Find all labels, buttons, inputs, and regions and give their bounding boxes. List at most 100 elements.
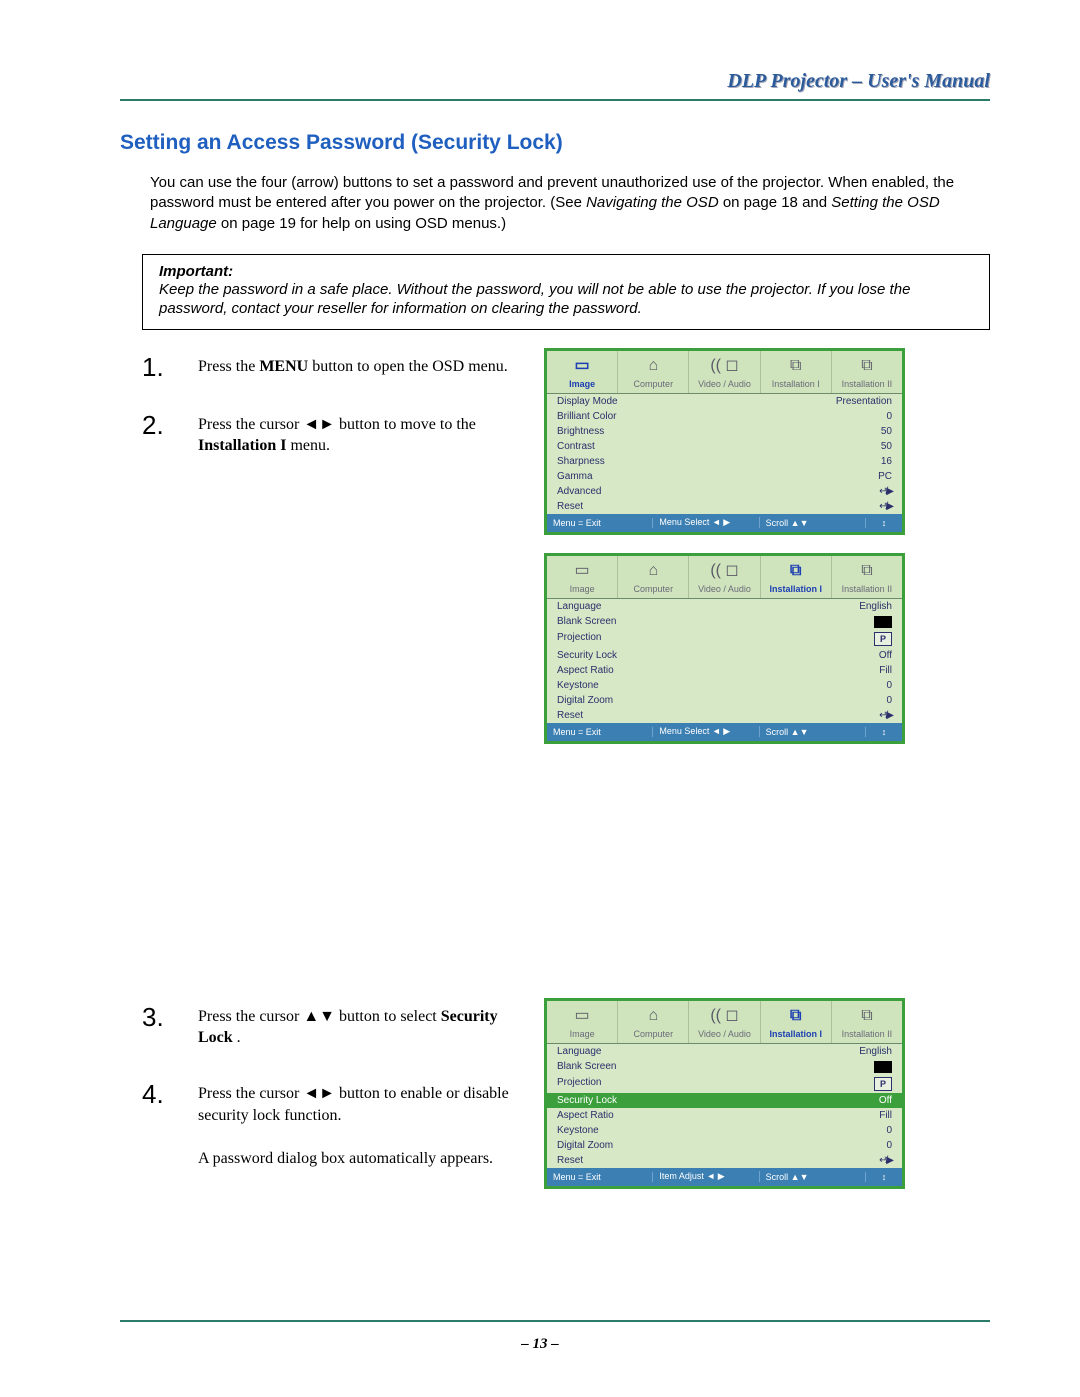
osd-label: Projection [557, 1077, 601, 1091]
tab-icon: (( ◻ [689, 1005, 759, 1027]
step-3-c: . [237, 1029, 241, 1046]
intro-text-2: on page 18 and [723, 194, 831, 211]
enter-icon: ↵/▶ [879, 710, 892, 721]
step-4-text: Press the cursor ◄► button to enable or … [198, 1079, 528, 1169]
intro-paragraph: You can use the four (arrow) buttons to … [150, 173, 990, 234]
osd-tab-image: ▭Image [547, 556, 618, 598]
step-2-text: Press the cursor ◄► button to move to th… [198, 410, 528, 457]
tab-icon: (( ◻ [689, 355, 759, 377]
osd-value: Off [879, 650, 892, 661]
osd-row-reset: Reset↵/▶ [547, 708, 902, 723]
osd-row-digital-zoom: Digital Zoom 0 [547, 693, 902, 708]
osd-label: Language [557, 601, 602, 612]
osd-row-security-lock: Security Lock Off [547, 1093, 902, 1108]
step-4-extra: A password dialog box automatically appe… [198, 1150, 493, 1167]
tab-icon: ⌂ [618, 355, 688, 377]
osd-row-reset: Reset ↵/▶ [547, 499, 902, 514]
tab-icon: ⧉ [761, 560, 831, 582]
step-2-num: 2. [142, 410, 182, 457]
osd-value: 0 [886, 695, 892, 706]
osd-row-keystone: Keystone0 [547, 1123, 902, 1138]
osd-row-keystone: Keystone0 [547, 678, 902, 693]
osd-row-blank-screen: Blank Screen [547, 1059, 902, 1075]
osd-footer-cell: ↕ [866, 1172, 902, 1182]
osd-label: Contrast [557, 441, 595, 452]
osd-row-gamma: Gamma PC [547, 469, 902, 484]
osd-footer-cell: Menu = Exit [547, 727, 653, 737]
osd-footer-cell: Menu Select ◄ ▶ [653, 517, 759, 528]
osd-value: Off [879, 1095, 892, 1106]
osd-tab-image: ▭Image [547, 1001, 618, 1043]
important-box: Important: Keep the password in a safe p… [142, 254, 990, 330]
osd-footer: Menu = ExitItem Adjust ◄ ▶Scroll ▲▼↕ [547, 1168, 902, 1186]
tab-icon: ▭ [547, 560, 617, 582]
osd-label: Advanced [557, 486, 601, 497]
osd-footer-cell: ↕ [866, 518, 902, 528]
osd-tab-computer: ⌂Computer [618, 556, 689, 598]
tab-icon: ⧉ [832, 355, 902, 377]
osd-row-sharpness: Sharpness16 [547, 454, 902, 469]
osd-label: Sharpness [557, 456, 605, 467]
osd-security-lock-menu: ▭Image⌂Computer(( ◻Video / Audio⧉Install… [544, 998, 905, 1189]
step-3-b: button to select [339, 1008, 441, 1025]
osd-footer-cell: Menu = Exit [547, 1172, 653, 1182]
step-1-num: 1. [142, 352, 182, 380]
osd-label: Language [557, 1046, 602, 1057]
osd-label: Gamma [557, 471, 593, 482]
step-2-b: button to move to the [339, 416, 476, 433]
enter-icon: ↵/▶ [879, 501, 892, 512]
osd-label: Security Lock [557, 1095, 617, 1106]
step-3-num: 3. [142, 1002, 182, 1049]
osd-installation1-menu: ▭Image⌂Computer(( ◻Video / Audio⧉Install… [544, 553, 905, 744]
projection-icon: P [874, 632, 892, 646]
osd-value: 50 [881, 441, 892, 452]
step-1-text: Press the MENU button to open the OSD me… [198, 352, 528, 380]
osd-label: Reset [557, 501, 583, 512]
osd-footer: Menu = ExitMenu Select ◄ ▶Scroll ▲▼↕ [547, 514, 902, 532]
osd-label: Aspect Ratio [557, 665, 614, 676]
enter-icon: ↵/▶ [879, 486, 892, 497]
step-1-b: MENU [259, 358, 308, 375]
tab-icon: (( ◻ [689, 560, 759, 582]
osd-row-language: LanguageEnglish [547, 599, 902, 614]
step-2-a: Press the cursor [198, 416, 303, 433]
tab-icon: ▭ [547, 355, 617, 377]
tab-icon: ⧉ [832, 560, 902, 582]
osd-footer-cell: Menu = Exit [547, 518, 653, 528]
tab-icon: ▭ [547, 1005, 617, 1027]
osd-label: Security Lock [557, 650, 617, 661]
osd-image-menu: ▭Image⌂Computer(( ◻Video / Audio⧉Install… [544, 348, 905, 535]
osd-row-language: Language English [547, 1044, 902, 1059]
osd-footer-cell: Scroll ▲▼ [760, 727, 866, 737]
osd-label: Digital Zoom [557, 695, 613, 706]
osd-value: English [859, 1046, 892, 1057]
osd-row-blank-screen: Blank Screen [547, 614, 902, 630]
osd-value: 50 [881, 426, 892, 437]
osd-row-projection: Projection P [547, 630, 902, 648]
step-1-a: Press the [198, 358, 259, 375]
step-1-c: button to open the OSD menu. [312, 358, 508, 375]
osd-label: Reset [557, 1155, 583, 1166]
osd-tab-video-audio: (( ◻Video / Audio [689, 1001, 760, 1043]
osd-label: Projection [557, 632, 601, 646]
step-2-target: Installation I [198, 437, 286, 454]
step-4-num: 4. [142, 1079, 182, 1169]
osd-row-brilliant-color: Brilliant Color0 [547, 409, 902, 424]
osd-label: Keystone [557, 1125, 599, 1136]
osd-label: Brilliant Color [557, 411, 616, 422]
osd-value: Fill [879, 665, 892, 676]
osd-value: 0 [886, 680, 892, 691]
up-down-arrow-icon: ▲▼ [303, 1008, 335, 1025]
osd-label: Display Mode [557, 396, 618, 407]
osd-tab-installation-ii: ⧉Installation II [832, 1001, 902, 1043]
osd-row-aspect-ratio: Aspect RatioFill [547, 1108, 902, 1123]
enter-icon: ↵/▶ [879, 1155, 892, 1166]
important-body: Keep the password in a safe place. Witho… [159, 280, 973, 319]
osd-value: PC [878, 471, 892, 482]
osd-row-projection: ProjectionP [547, 1075, 902, 1093]
osd-row-advanced: Advanced ↵/▶ [547, 484, 902, 499]
section-title: Setting an Access Password (Security Loc… [120, 131, 990, 155]
osd-row-reset: Reset ↵/▶ [547, 1153, 902, 1168]
tab-icon: ⧉ [761, 1005, 831, 1027]
step-4-a: Press the cursor [198, 1085, 303, 1102]
